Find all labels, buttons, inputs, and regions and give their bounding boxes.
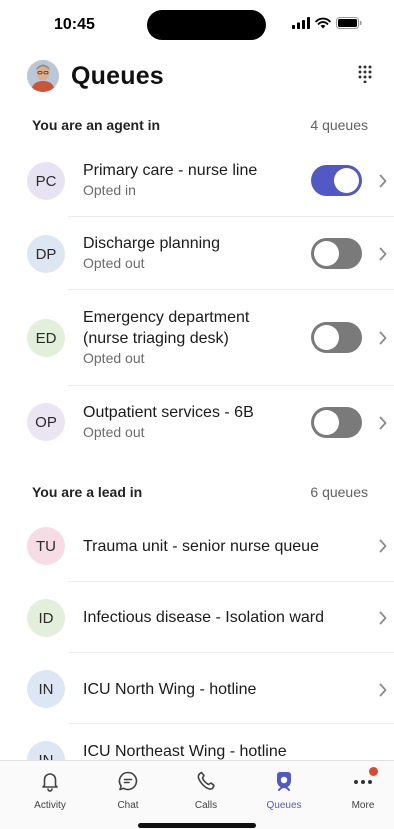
- dynamic-island: [147, 10, 266, 40]
- queue-initials: PC: [35, 172, 57, 190]
- tab-chat[interactable]: Chat: [93, 769, 163, 811]
- queue-initials: IN: [38, 680, 54, 698]
- opt-in-toggle[interactable]: [311, 238, 362, 269]
- queue-name: Infectious disease - Isolation ward: [83, 609, 325, 626]
- queue-row-emergency-department[interactable]: ED Emergency department (nurse triaging …: [0, 290, 394, 386]
- queue-avatar: TU: [27, 527, 65, 565]
- queue-row-infectious-disease[interactable]: ID Infectious disease - Isolation ward: [0, 582, 394, 653]
- queue-initials: DP: [35, 245, 57, 263]
- opt-in-toggle[interactable]: [311, 407, 362, 438]
- chevron-right-icon: [379, 539, 387, 553]
- queue-name: Trauma unit - senior nurse queue: [83, 538, 319, 555]
- queue-row-outpatient-services[interactable]: OP Outpatient services - 6B Opted out: [0, 386, 394, 460]
- chevron-right-icon: [379, 683, 387, 697]
- phone-icon: [194, 769, 218, 793]
- dialpad-button[interactable]: [358, 65, 372, 88]
- user-avatar-icon: [27, 60, 59, 92]
- page-header: Queues: [0, 58, 394, 98]
- queue-status: Opted out: [83, 255, 145, 271]
- agent-section-header: You are an agent in 4 queues: [0, 117, 394, 139]
- queue-initials: ED: [35, 329, 57, 347]
- queues-icon: [272, 769, 296, 793]
- home-indicator: [138, 823, 256, 828]
- chevron-right-icon: [379, 416, 387, 430]
- tab-label: Calls: [194, 800, 218, 811]
- queue-avatar: ED: [27, 319, 65, 357]
- queue-row-primary-care[interactable]: PC Primary care - nurse line Opted in: [0, 145, 394, 217]
- queue-avatar: IN: [27, 670, 65, 708]
- queue-avatar: DP: [27, 235, 65, 273]
- queue-name: Emergency department: [83, 309, 250, 326]
- queue-initials: TU: [36, 537, 56, 555]
- notification-badge: [369, 767, 378, 776]
- toggle-knob: [314, 410, 339, 435]
- cellular-signal-icon: [292, 17, 310, 29]
- queue-row-icu-northeast-wing[interactable]: IN ICU Northeast Wing - hotline: [0, 724, 394, 760]
- toggle-knob: [334, 168, 359, 193]
- queue-name: Discharge planning: [83, 235, 220, 252]
- tab-label: Activity: [34, 800, 66, 811]
- queue-status: Opted in: [83, 182, 136, 198]
- queue-status: Opted out: [83, 350, 145, 366]
- tab-calls[interactable]: Calls: [171, 769, 241, 811]
- user-avatar[interactable]: [27, 60, 59, 92]
- tab-queues[interactable]: Queues: [249, 769, 319, 811]
- bell-icon: [38, 769, 62, 793]
- dialpad-icon: [358, 65, 372, 84]
- chevron-right-icon: [379, 174, 387, 188]
- tab-activity[interactable]: Activity: [15, 769, 85, 811]
- opt-in-toggle[interactable]: [311, 322, 362, 353]
- queue-avatar: ID: [27, 599, 65, 637]
- lead-section-header: You are a lead in 6 queues: [0, 484, 394, 506]
- tab-label: Chat: [117, 800, 139, 811]
- queue-avatar: PC: [27, 162, 65, 200]
- status-bar: 10:45: [0, 0, 394, 50]
- queue-status: Opted out: [83, 424, 145, 440]
- queue-row-icu-north-wing[interactable]: IN ICU North Wing - hotline: [0, 653, 394, 724]
- queue-name-line2: (nurse triaging desk): [83, 330, 229, 347]
- battery-icon: [336, 17, 362, 29]
- lead-section-count: 6 queues: [310, 484, 368, 500]
- page-title: Queues: [71, 62, 164, 90]
- toggle-knob: [314, 241, 339, 266]
- queue-initials: IN: [38, 751, 54, 761]
- queue-avatar: OP: [27, 403, 65, 441]
- more-icon: [351, 767, 378, 793]
- queue-name: ICU Northeast Wing - hotline: [83, 743, 287, 760]
- queue-row-discharge-planning[interactable]: DP Discharge planning Opted out: [0, 217, 394, 290]
- queue-row-trauma-unit[interactable]: TU Trauma unit - senior nurse queue: [0, 511, 394, 582]
- chevron-right-icon: [379, 611, 387, 625]
- opt-in-toggle[interactable]: [311, 165, 362, 196]
- lead-section-title: You are a lead in: [32, 484, 143, 500]
- queue-initials: ID: [38, 609, 54, 627]
- chevron-right-icon: [379, 247, 387, 261]
- wifi-icon: [315, 17, 331, 29]
- status-time: 10:45: [54, 16, 95, 33]
- queue-initials: OP: [35, 413, 57, 431]
- status-icons: [292, 17, 362, 29]
- toggle-knob: [314, 325, 339, 350]
- chat-icon: [116, 769, 140, 793]
- tab-more[interactable]: More: [328, 767, 394, 811]
- queue-name: Outpatient services - 6B: [83, 404, 254, 421]
- tab-label: Queues: [266, 800, 302, 811]
- bottom-tab-bar: Activity Chat Calls Queues More: [0, 760, 394, 829]
- agent-section-count: 4 queues: [310, 117, 368, 133]
- queue-name: Primary care - nurse line: [83, 162, 258, 179]
- tab-label: More: [351, 800, 375, 811]
- agent-section-title: You are an agent in: [32, 117, 161, 133]
- queue-avatar: IN: [27, 741, 65, 760]
- queue-name: ICU North Wing - hotline: [83, 681, 257, 698]
- chevron-right-icon: [379, 331, 387, 345]
